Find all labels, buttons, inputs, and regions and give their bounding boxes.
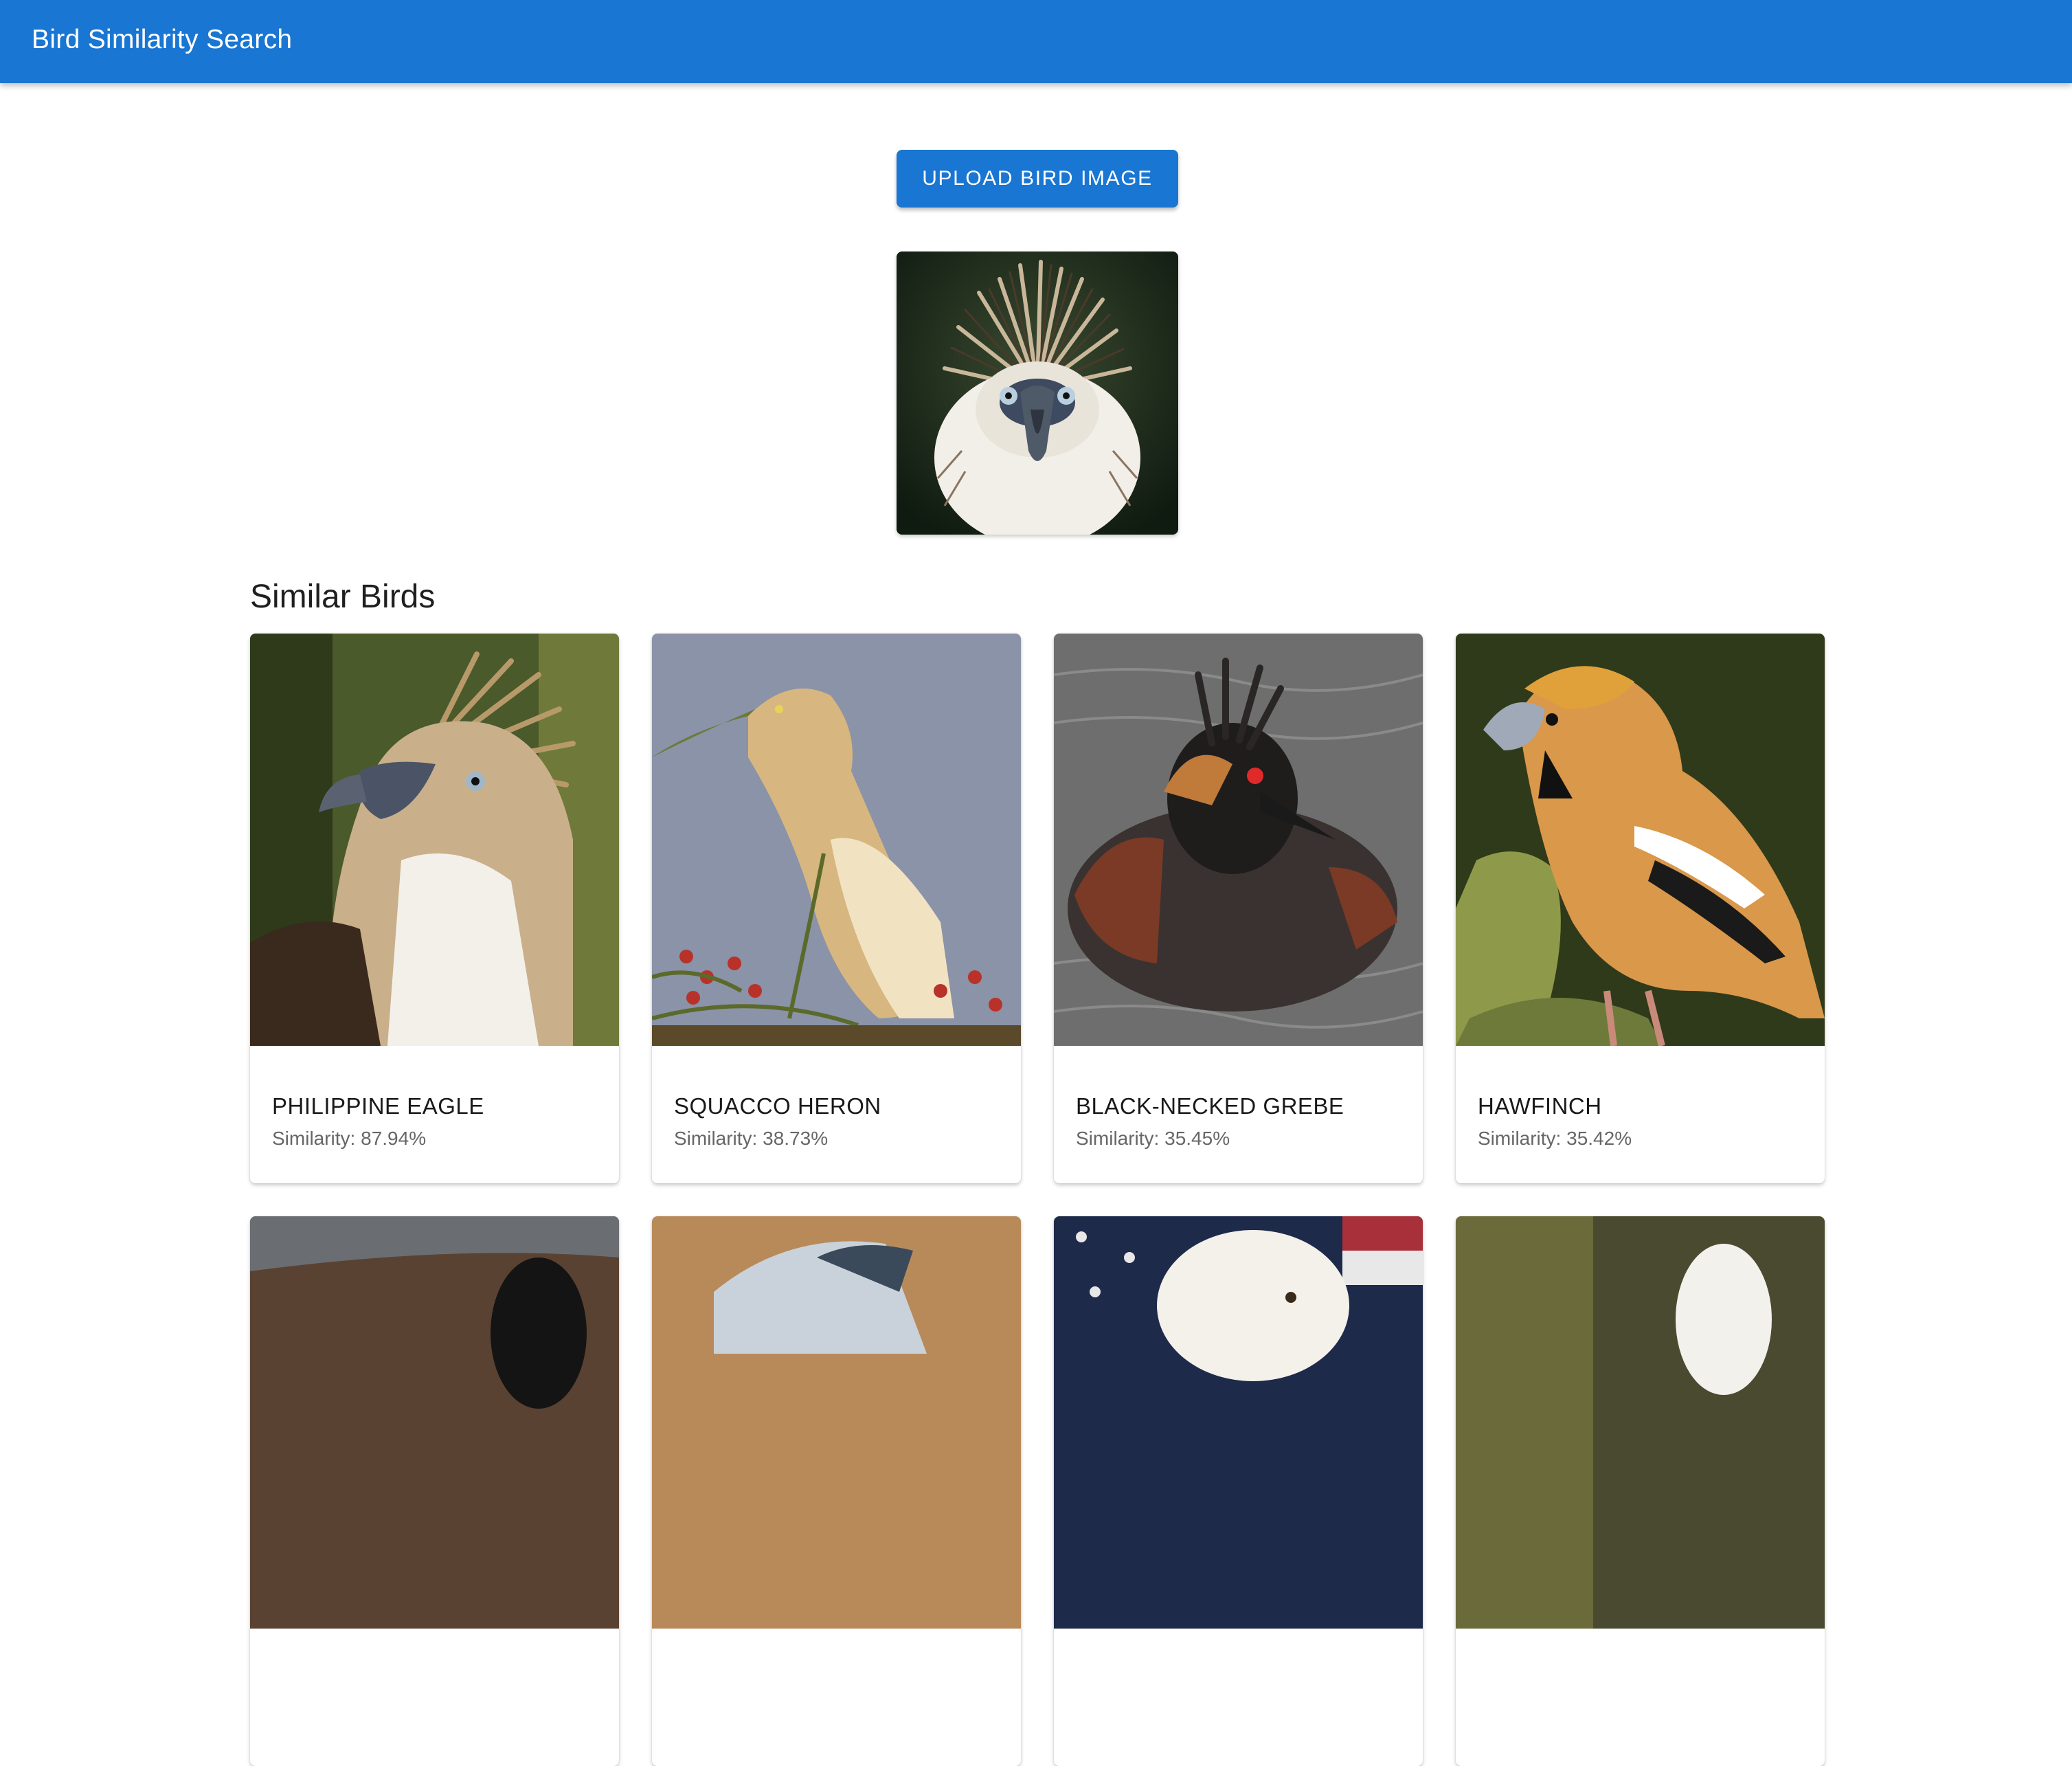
result-card[interactable]: PHILIPPINE EAGLE Similarity: 87.94% xyxy=(250,634,619,1183)
result-image xyxy=(250,634,619,1046)
result-card[interactable] xyxy=(652,1216,1021,1766)
result-similarity: Similarity: 87.94% xyxy=(272,1128,427,1149)
similar-birds-heading: Similar Birds xyxy=(250,579,436,615)
result-similarity: Similarity: 38.73% xyxy=(674,1128,829,1149)
result-image xyxy=(1054,634,1423,1046)
result-bird-name: SQUACCO HERON xyxy=(674,1093,881,1119)
result-card[interactable] xyxy=(1054,1216,1423,1766)
result-card[interactable]: HAWFINCH Similarity: 35.42% xyxy=(1456,634,1825,1183)
result-card[interactable]: SQUACCO HERON Similarity: 38.73% xyxy=(652,634,1021,1183)
result-card[interactable]: BLACK-NECKED GREBE Similarity: 35.45% xyxy=(1054,634,1423,1183)
uploaded-bird-image xyxy=(897,252,1178,535)
result-bird-name: HAWFINCH xyxy=(1478,1093,1602,1119)
result-similarity: Similarity: 35.42% xyxy=(1478,1128,1632,1149)
result-image xyxy=(1054,1216,1423,1629)
result-image xyxy=(652,634,1021,1046)
app-title: Bird Similarity Search xyxy=(32,25,293,54)
result-card[interactable] xyxy=(250,1216,619,1766)
result-image xyxy=(652,1216,1021,1629)
result-similarity: Similarity: 35.45% xyxy=(1076,1128,1230,1149)
result-image xyxy=(1456,1216,1825,1629)
result-bird-name: BLACK-NECKED GREBE xyxy=(1076,1093,1344,1119)
app-bar: Bird Similarity Search xyxy=(0,0,2072,83)
result-image xyxy=(250,1216,619,1629)
upload-bird-image-button[interactable]: UPLOAD BIRD IMAGE xyxy=(897,150,1178,208)
result-bird-name: PHILIPPINE EAGLE xyxy=(272,1093,484,1119)
result-image xyxy=(1456,634,1825,1046)
result-card[interactable] xyxy=(1456,1216,1825,1766)
